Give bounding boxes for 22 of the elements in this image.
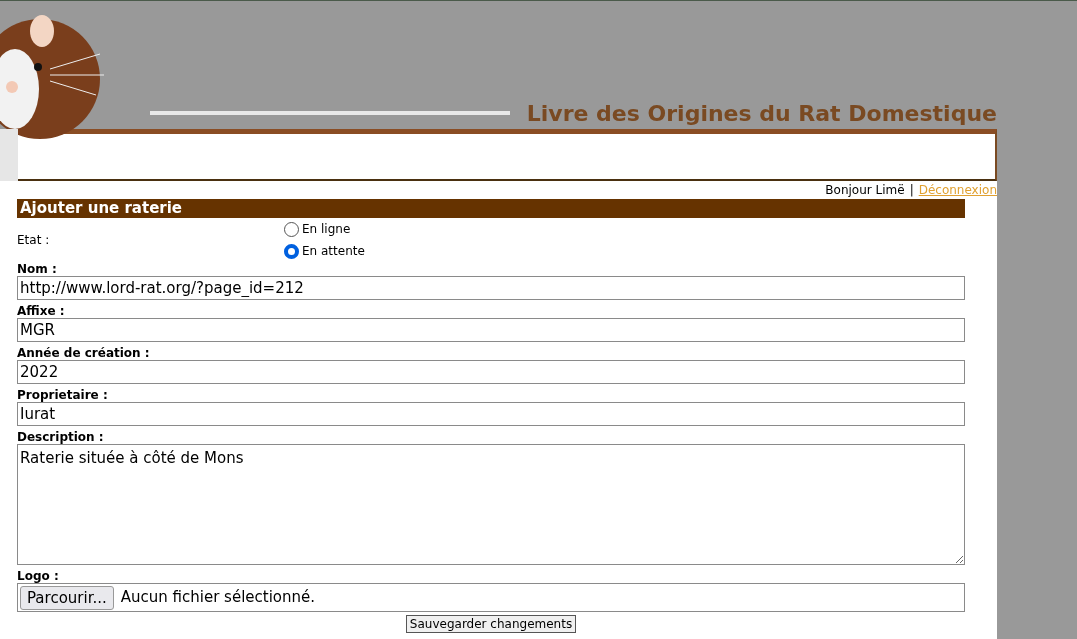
field-label: Affixe : xyxy=(17,304,65,318)
file-field[interactable]: Parcourir... Aucun fichier sélectionné. xyxy=(17,583,965,612)
file-status: Aucun fichier sélectionné. xyxy=(120,587,316,609)
text-field[interactable]: Iurat xyxy=(17,402,965,426)
separator: | xyxy=(909,182,914,199)
radio-option[interactable]: En attente xyxy=(284,242,365,260)
field-label: Description : xyxy=(17,430,104,444)
greeting: Bonjour Limë xyxy=(825,182,905,199)
text-field[interactable]: MGR xyxy=(17,318,965,342)
field-label: Nom : xyxy=(17,262,57,276)
field-label: Année de création : xyxy=(17,346,150,360)
text-field[interactable]: 2022 xyxy=(17,360,965,384)
save-button[interactable]: Sauvegarder changements xyxy=(405,615,577,633)
browse-button[interactable]: Parcourir... xyxy=(20,585,114,610)
field-label: Proprietaire : xyxy=(17,388,108,402)
description-field[interactable]: Raterie située à côté de Mons xyxy=(17,444,965,565)
text-field[interactable]: http://www.lord-rat.org/?page_id=212 xyxy=(17,276,965,300)
form-title: Ajouter une raterie xyxy=(17,199,965,218)
field-label: Logo : xyxy=(17,569,59,583)
radio-option[interactable]: En ligne xyxy=(284,220,365,238)
state-label: Etat : xyxy=(17,232,51,249)
site-title: Livre des Origines du Rat Domestique xyxy=(526,100,997,128)
